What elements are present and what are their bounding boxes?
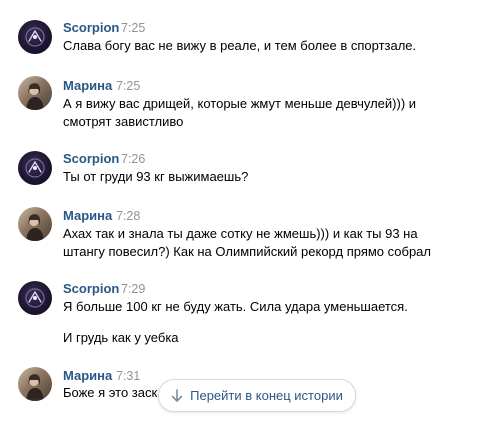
message-line: А я вижу вас дрищей, которые жмут меньше… — [63, 96, 417, 111]
message-time[interactable]: 7:26 — [121, 152, 145, 166]
marina-avatar-icon — [26, 374, 44, 401]
jump-to-end-label: Перейти в конец истории — [190, 388, 343, 403]
avatar-marina[interactable] — [18, 367, 52, 401]
scorpion-avatar-icon — [25, 288, 45, 308]
message-line: штангу повесил?) Как на Олимпийский реко… — [63, 244, 431, 259]
message-time[interactable]: 7:31 — [116, 369, 140, 383]
chat-history: Scorpion 7:25 Слава богу вас не вижу в р… — [0, 0, 501, 423]
marina-avatar-icon — [26, 83, 44, 110]
scorpion-avatar-icon — [25, 158, 45, 178]
message-author[interactable]: Scorpion — [63, 20, 119, 35]
message-text: Я больше 100 кг не буду жать. Сила удара… — [63, 298, 483, 316]
avatar-marina[interactable] — [18, 207, 52, 241]
message-line: Я больше 100 кг не буду жать. Сила удара… — [63, 299, 408, 314]
message-author[interactable]: Scorpion — [63, 151, 119, 166]
jump-to-end-button[interactable]: Перейти в конец истории — [158, 379, 356, 412]
message-text: Ты от груди 93 кг выжимаешь? — [63, 168, 483, 186]
avatar-scorpion[interactable] — [18, 20, 52, 54]
message-author[interactable]: Scorpion — [63, 281, 119, 296]
message-text: Слава богу вас не вижу в реале, и тем бо… — [63, 37, 483, 55]
avatar-scorpion[interactable] — [18, 281, 52, 315]
message-line: смотрят завистливо — [63, 114, 184, 129]
message-text: А я вижу вас дрищей, которые жмут меньше… — [63, 95, 483, 131]
message-line: И грудь как у уебка — [63, 330, 179, 345]
scorpion-avatar-icon — [25, 27, 45, 47]
message-line: Ахах так и знала ты даже сотку не жмешь)… — [63, 226, 418, 241]
arrow-down-icon — [171, 388, 183, 402]
message-line: Слава богу вас не вижу в реале, и тем бо… — [63, 38, 417, 53]
message-text-extra: И грудь как у уебка — [63, 329, 483, 347]
message-time[interactable]: 7:25 — [116, 79, 140, 93]
message-time[interactable]: 7:29 — [121, 282, 145, 296]
avatar-marina[interactable] — [18, 76, 52, 110]
message-text: Ахах так и знала ты даже сотку не жмешь)… — [63, 225, 483, 261]
message-time[interactable]: 7:28 — [116, 209, 140, 223]
message-line: Ты от груди 93 кг выжимаешь? — [63, 169, 249, 184]
message-time[interactable]: 7:25 — [121, 21, 145, 35]
message-author[interactable]: Марина — [63, 78, 112, 93]
message-author[interactable]: Марина — [63, 208, 112, 223]
marina-avatar-icon — [26, 214, 44, 241]
message-author[interactable]: Марина — [63, 368, 112, 383]
avatar-scorpion[interactable] — [18, 151, 52, 185]
